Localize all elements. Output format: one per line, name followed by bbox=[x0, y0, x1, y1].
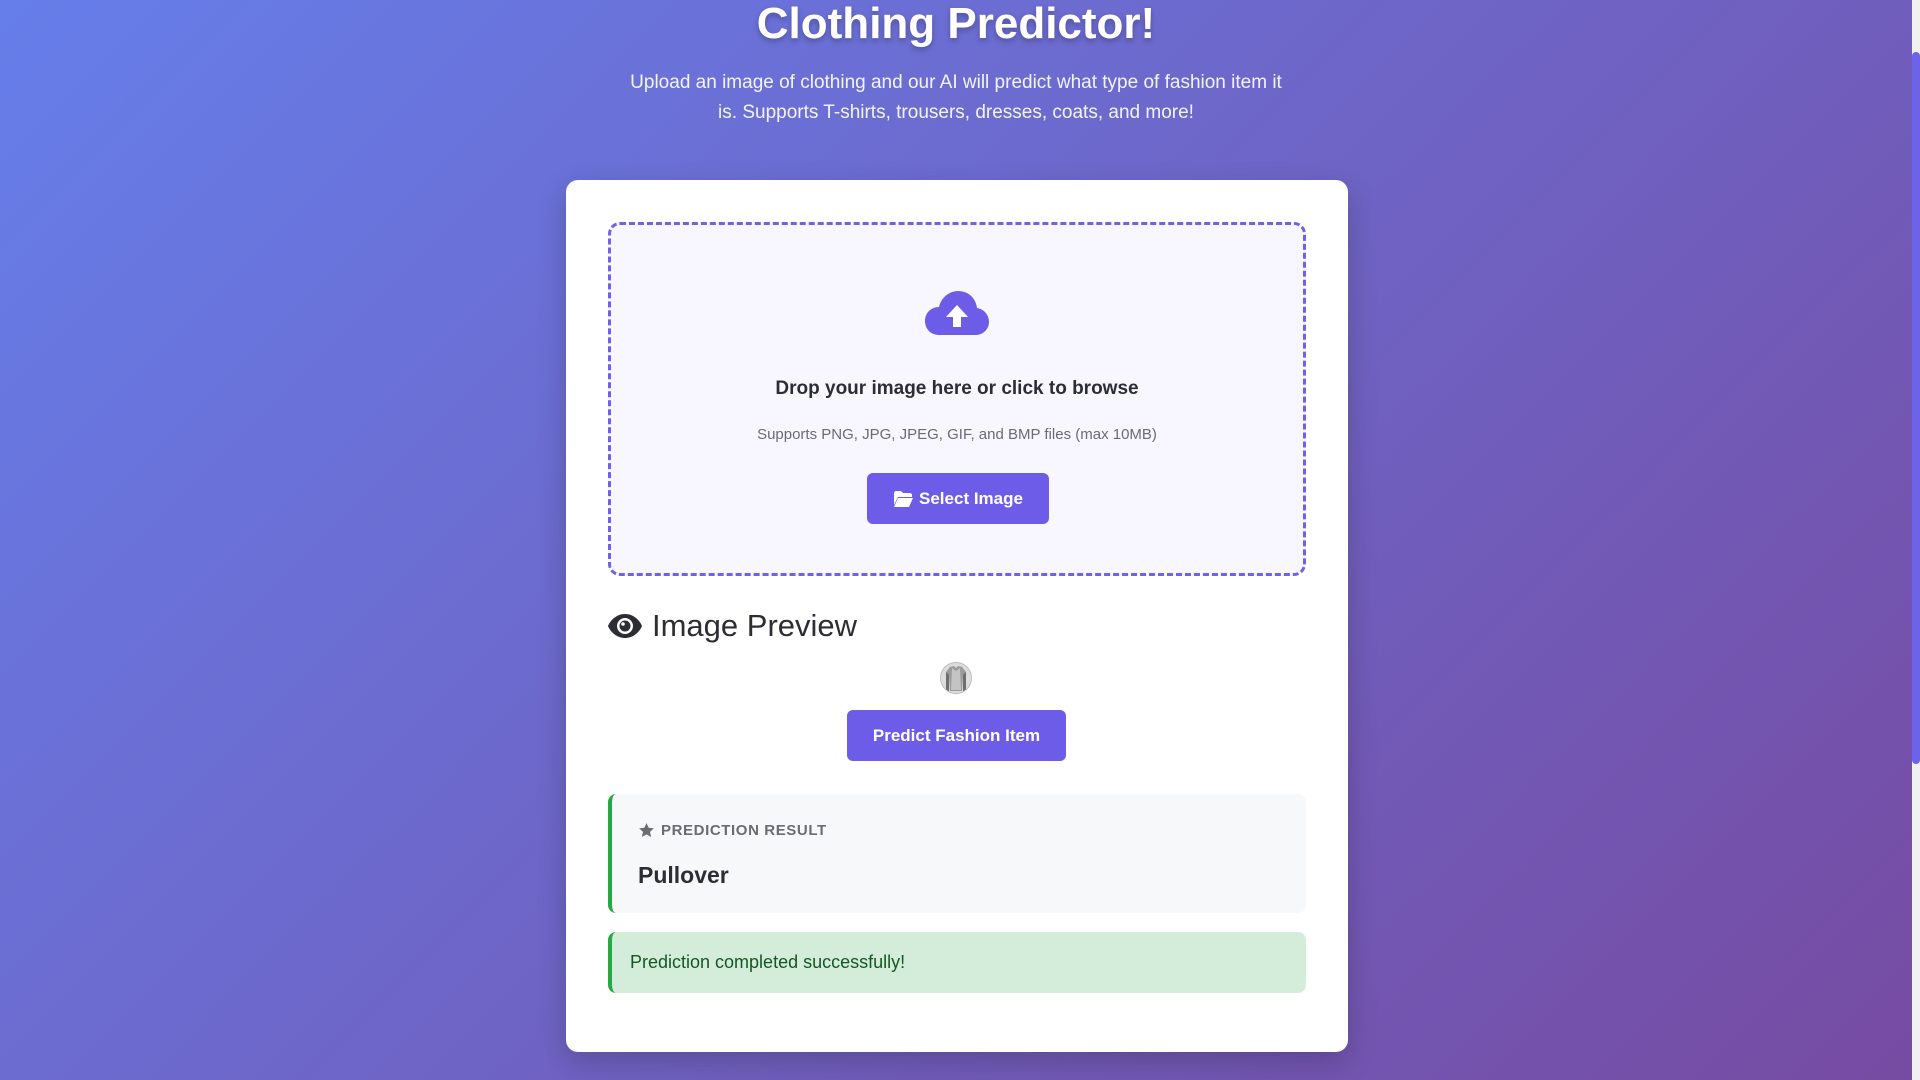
prediction-value: Pullover bbox=[638, 862, 729, 888]
preview-heading: Image Preview bbox=[608, 608, 857, 644]
predict-button[interactable]: Predict Fashion Item bbox=[847, 710, 1066, 761]
star-icon bbox=[639, 823, 654, 838]
prediction-result-box: PREDICTION RESULT Pullover bbox=[608, 794, 1306, 913]
page-subtitle: Upload an image of clothing and our AI w… bbox=[630, 72, 1282, 123]
result-label-row: PREDICTION RESULT bbox=[638, 822, 827, 839]
select-image-button[interactable]: Select Image bbox=[867, 473, 1049, 524]
page-title: Clothing Predictor! bbox=[756, 0, 1156, 48]
folder-open-icon bbox=[894, 490, 914, 507]
preview-heading-label: Image Preview bbox=[652, 608, 858, 643]
scrollbar-track[interactable] bbox=[1912, 0, 1920, 1080]
select-image-label: Select Image bbox=[919, 488, 1023, 508]
pullover-thumbnail bbox=[941, 663, 971, 693]
page: Clothing Predictor! Upload an image of c… bbox=[0, 0, 1920, 1080]
eye-icon bbox=[608, 614, 642, 638]
success-alert: Prediction completed successfully! bbox=[608, 932, 1306, 993]
uploaded-image-preview bbox=[940, 662, 972, 694]
supported-formats-text: Supports PNG, JPG, JPEG, GIF, and BMP fi… bbox=[757, 426, 1157, 443]
drop-instructions: Drop your image here or click to browse bbox=[775, 378, 1139, 399]
success-message: Prediction completed successfully! bbox=[630, 952, 906, 972]
result-label: PREDICTION RESULT bbox=[661, 822, 827, 839]
cloud-upload-icon bbox=[925, 291, 989, 335]
main-card: Drop your image here or click to browse … bbox=[566, 180, 1348, 1052]
upload-dropzone[interactable]: Drop your image here or click to browse … bbox=[608, 222, 1306, 576]
scrollbar-thumb[interactable] bbox=[1912, 52, 1920, 764]
